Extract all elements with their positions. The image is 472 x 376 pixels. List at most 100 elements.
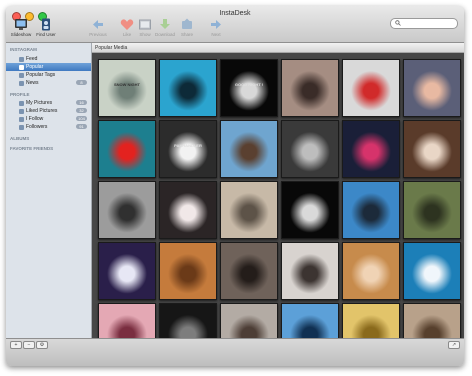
heart-icon <box>19 108 24 114</box>
count-badge: 91 <box>76 124 87 129</box>
photo-blurry-frame[interactable] <box>403 181 461 239</box>
previous-label: Previous <box>89 32 107 37</box>
app-window: InstaDesk Slideshow Find User Previous L… <box>6 6 464 366</box>
count-badge: 104 <box>76 116 87 121</box>
follow-icon <box>19 116 24 122</box>
photo-yellow-stripes[interactable] <box>342 303 400 338</box>
bottom-bar: + − ⚙ ↗ <box>6 338 464 366</box>
sidebar-item-label: I Follow <box>26 116 44 122</box>
photo-pink-flower[interactable] <box>98 303 156 338</box>
photo-bicycle-wall[interactable] <box>220 181 278 239</box>
photo-tabby-cat[interactable] <box>159 242 217 300</box>
slideshow-button[interactable]: Slideshow <box>8 18 34 37</box>
sidebar-item-label: Popular Tags <box>26 72 56 78</box>
count-badge: 32 <box>76 108 87 113</box>
download-label: Download <box>154 32 175 37</box>
next-button[interactable]: Next <box>203 18 229 37</box>
window-title: InstaDesk <box>219 10 251 17</box>
action-button[interactable]: ⚙ <box>36 341 48 349</box>
photo-street-figure[interactable] <box>220 242 278 300</box>
photo-blue-tree[interactable] <box>281 303 339 338</box>
sidebar-item-label: Liked Pictures <box>26 108 58 114</box>
sidebar-item-label: Feed <box>26 56 38 62</box>
like-label: Like <box>122 32 132 37</box>
sidebar-item-liked-pictures[interactable]: Liked Pictures 32 <box>6 107 91 115</box>
photo-bw-portrait[interactable] <box>281 120 339 178</box>
find-user-button[interactable]: Find User <box>33 18 59 37</box>
photo-harbor-boat[interactable] <box>220 120 278 178</box>
photo-night-moon[interactable] <box>281 181 339 239</box>
previous-button[interactable]: Previous <box>85 18 111 37</box>
photo-woman-hat[interactable] <box>281 59 339 117</box>
tag-icon <box>19 72 24 78</box>
popular-icon <box>19 64 24 70</box>
photo-red-flower[interactable] <box>98 120 156 178</box>
photo-dark-hair-girl[interactable] <box>159 181 217 239</box>
sidebar-header-albums: ALBUMS <box>10 136 30 141</box>
search-input[interactable] <box>390 18 458 29</box>
photo-snowy-bridge[interactable]: SNOW NIGHT <box>98 59 156 117</box>
sidebar-item-label: My Pictures <box>26 100 53 106</box>
next-label: Next <box>211 32 221 37</box>
photo-red-dice[interactable] <box>342 59 400 117</box>
sidebar-item-label: Popular <box>26 64 44 70</box>
slideshow-label: Slideshow <box>10 32 32 37</box>
followers-icon <box>19 124 24 130</box>
photo-cat-peek[interactable] <box>220 303 278 338</box>
photo-bw-arch-bridge[interactable] <box>98 181 156 239</box>
feed-icon <box>19 56 24 62</box>
photo-caption: SNOW NIGHT <box>114 82 140 88</box>
sidebar-item-i-follow[interactable]: I Follow 104 <box>6 115 91 123</box>
remove-button[interactable]: − <box>23 341 35 349</box>
toolbar: InstaDesk Slideshow Find User Previous L… <box>6 6 464 43</box>
photo-brown-abstract[interactable] <box>403 120 461 178</box>
photo-dog-stage[interactable] <box>342 181 400 239</box>
find-user-icon <box>42 18 50 31</box>
sidebar-item-followers[interactable]: Followers 91 <box>6 123 91 131</box>
photo-girl-portrait[interactable] <box>403 59 461 117</box>
photo-caption: PANHANDLER <box>174 143 202 149</box>
share-label: Share <box>180 32 193 37</box>
sidebar-item-label: Followers <box>26 124 48 130</box>
sidebar-header-instagram: INSTAGRAM <box>10 47 37 52</box>
panel-title: Popular Media <box>95 44 128 51</box>
sidebar-header-favorite-friends: FAVORITE FRIENDS <box>10 146 54 151</box>
add-button[interactable]: + <box>10 341 22 349</box>
share-icon <box>182 18 192 29</box>
photo-grid: SNOW NIGHT GOOD NIGHT ! PANHANDLER <box>92 53 464 338</box>
sidebar-item-news[interactable]: News 8 <box>6 79 91 87</box>
next-icon <box>211 20 221 29</box>
download-icon <box>160 19 170 29</box>
resize-button[interactable]: ↗ <box>448 341 460 349</box>
find-user-label: Find User <box>36 32 56 37</box>
search-icon <box>395 20 401 26</box>
photo-black-lace[interactable] <box>159 303 217 338</box>
photo-caption: GOOD NIGHT ! <box>234 82 264 88</box>
slideshow-icon <box>15 19 27 30</box>
photo-moon-night[interactable]: GOOD NIGHT ! <box>220 59 278 117</box>
sidebar-item-popular-tags[interactable]: Popular Tags <box>6 71 91 79</box>
panel-header: Popular Media <box>92 43 464 53</box>
photo-panhandler-sign[interactable]: PANHANDLER <box>159 120 217 178</box>
photo-curled-cat[interactable] <box>403 303 461 338</box>
sidebar-item-feed[interactable]: Feed <box>6 55 91 63</box>
sidebar: INSTAGRAM Feed Popular Popular Tags News… <box>6 43 92 338</box>
sidebar-item-popular[interactable]: Popular <box>6 63 91 71</box>
sidebar-item-my-pictures[interactable]: My Pictures 16 <box>6 99 91 107</box>
media-panel: Popular Media SNOW NIGHT GOOD NIGHT ! PANH… <box>92 43 464 338</box>
photo-swimming-dog[interactable] <box>159 59 217 117</box>
news-icon <box>19 80 24 86</box>
share-button[interactable]: Share <box>174 18 200 37</box>
pictures-icon <box>19 100 24 106</box>
photo-couple-street[interactable] <box>281 242 339 300</box>
previous-icon <box>93 20 103 29</box>
photo-dandelion[interactable] <box>403 242 461 300</box>
sidebar-item-label: News <box>26 80 39 86</box>
photo-colorful-lights[interactable] <box>342 120 400 178</box>
show-label: Show <box>139 32 151 37</box>
count-badge: 16 <box>76 100 87 105</box>
photo-baby-bed[interactable] <box>342 242 400 300</box>
sidebar-header-profile: PROFILE <box>10 92 30 97</box>
photo-penguin-toy[interactable] <box>98 242 156 300</box>
show-icon <box>139 19 151 30</box>
